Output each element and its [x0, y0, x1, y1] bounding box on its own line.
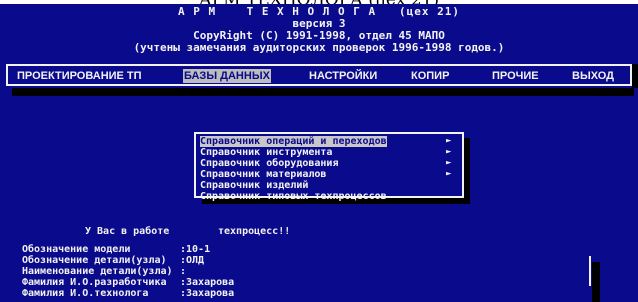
dropdown-item-operations[interactable]: Справочник операций и переходов — [200, 136, 387, 147]
field-part-name: Наименование детали(узла): — [22, 266, 186, 277]
field-technologist: Фамилия И.О.технолога :Захарова — [22, 288, 234, 299]
menu-other[interactable]: ПРОЧИЕ — [491, 69, 540, 83]
field-label: Фамилия И.О.технолога — [22, 288, 149, 299]
dropdown-shadow-right — [464, 138, 470, 204]
app-note: (учтены замечания аудиторских проверок 1… — [133, 41, 505, 54]
triangle-right-icon: ► — [446, 147, 452, 157]
menu-design-tp[interactable]: ПРОЕКТИРОВАНИЕ ТП — [16, 69, 143, 83]
triangle-right-icon: ► — [446, 158, 452, 168]
field-label: Обозначение модели — [22, 244, 131, 255]
triangle-right-icon: ► — [446, 169, 452, 179]
side-panel-shadow — [592, 262, 600, 302]
field-value: :10-1 — [180, 244, 211, 255]
databases-dropdown: Справочник операций и переходов ► Справо… — [194, 132, 464, 202]
dropdown-item-typical-processes[interactable]: Справочник типовых техпроцессов — [200, 191, 387, 202]
screen-edge-shadow — [632, 64, 638, 88]
field-label: Обозначение детали(узла) — [22, 255, 167, 266]
side-panel-bracket — [583, 256, 591, 286]
field-label: Наименование детали(узла) — [22, 266, 173, 277]
menu-settings[interactable]: НАСТРОЙКИ — [308, 69, 378, 83]
field-value: :Захарова — [180, 277, 235, 288]
dropdown-item-products[interactable]: Справочник изделий — [200, 180, 308, 191]
work-status: У Вас в работе техпроцесс!! — [0, 226, 638, 238]
field-part-designation: Обозначение детали(узла) :ОЛД — [22, 255, 204, 266]
field-model: Обозначение модели :10-1 — [22, 244, 210, 255]
field-label: Фамилия И.О.разработчика — [22, 277, 167, 288]
field-value: :ОЛД — [180, 255, 205, 266]
field-developer: Фамилия И.О.разработчика :Захарова — [22, 277, 234, 288]
triangle-right-icon: ► — [446, 136, 452, 146]
work-status-label: У Вас в работе — [85, 226, 170, 237]
main-menu-bar: ПРОЕКТИРОВАНИЕ ТП БАЗЫ ДАННЫХ НАСТРОЙКИ … — [6, 64, 632, 86]
menu-copier[interactable]: КОПИР — [410, 69, 450, 83]
dos-screen: А Р М Т Е Х Н О Л О Г А (цех 21) версия … — [0, 4, 638, 302]
menu-exit[interactable]: ВЫХОД — [571, 69, 615, 83]
work-status-value: техпроцесс!! — [218, 226, 291, 237]
dropdown-item-equipment[interactable]: Справочник оборудования — [200, 158, 338, 169]
menu-bar-shadow — [12, 88, 634, 96]
field-value: :Захарова — [180, 288, 235, 299]
dropdown-item-tools[interactable]: Справочник инструмента — [200, 147, 332, 158]
dropdown-item-materials[interactable]: Справочник материалов — [200, 169, 326, 180]
menu-databases[interactable]: БАЗЫ ДАННЫХ — [183, 69, 271, 83]
field-value: : — [180, 266, 187, 277]
